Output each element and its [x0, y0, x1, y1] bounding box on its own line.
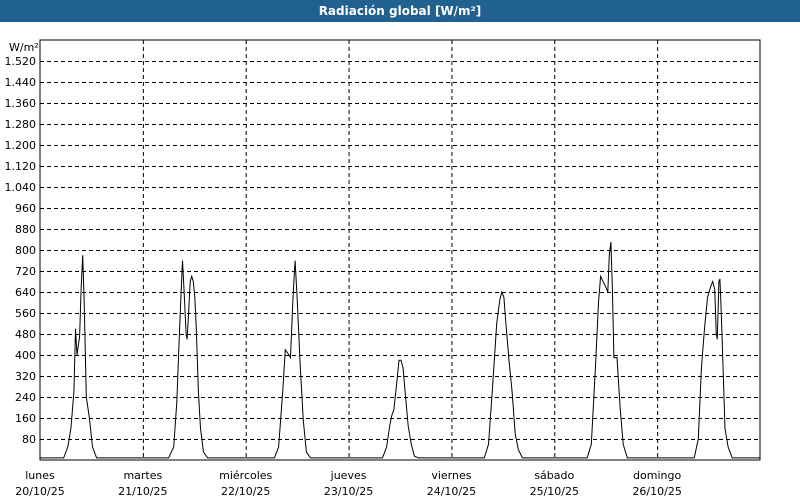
y-tick-label: 560 [15, 307, 36, 320]
x-tick-date: 24/10/25 [427, 485, 476, 498]
x-tick-date: 21/10/25 [118, 485, 167, 498]
y-axis-label: W/m² [9, 41, 39, 54]
y-tick-label: 480 [15, 328, 36, 341]
y-tick-label: 320 [15, 370, 36, 383]
x-tick-day: miércoles [219, 469, 272, 482]
y-tick-label: 160 [15, 412, 36, 425]
series-layer [40, 242, 760, 459]
x-tick-date: 23/10/25 [324, 485, 373, 498]
y-tick-label: 1.520 [5, 55, 37, 68]
y-tick-label: 1.200 [5, 139, 37, 152]
y-tick-label: 720 [15, 265, 36, 278]
x-tick-day: martes [123, 469, 162, 482]
y-tick-label: 800 [15, 244, 36, 257]
x-tick-day: lunes [25, 469, 55, 482]
y-tick-label: 1.120 [5, 160, 37, 173]
y-tick-label: 400 [15, 349, 36, 362]
x-tick-date: 22/10/25 [221, 485, 270, 498]
y-tick-label: 1.040 [5, 181, 37, 194]
y-tick-label: 1.440 [5, 76, 37, 89]
y-tick-label: 80 [22, 433, 36, 446]
grid-lines [40, 40, 760, 460]
y-tick-label: 880 [15, 223, 36, 236]
x-tick-date: 25/10/25 [530, 485, 579, 498]
x-tick-day: domingo [633, 469, 681, 482]
x-tick-day: viernes [431, 469, 471, 482]
y-tick-label: 1.360 [5, 97, 37, 110]
y-tick-label: 640 [15, 286, 36, 299]
x-tick-date: 26/10/25 [632, 485, 681, 498]
x-tick-day: sábado [534, 469, 574, 482]
x-tick-day: jueves [330, 469, 367, 482]
x-tick-labels: lunes 20/10/25 martes 21/10/25 miércoles 22/1… [15, 469, 682, 498]
radiation-chart: W/m² 80 160 240 320 400 480 560 640 720 800 880 960… [5, 39, 761, 498]
series-line [40, 242, 760, 459]
x-tick-date: 20/10/25 [15, 485, 64, 498]
y-tick-label: 1.280 [5, 118, 37, 131]
y-tick-label: 240 [15, 391, 36, 404]
y-tick-labels: 80 160 240 320 400 480 560 640 720 800 880 960 1.040… [5, 55, 37, 446]
y-tick-label: 960 [15, 202, 36, 215]
